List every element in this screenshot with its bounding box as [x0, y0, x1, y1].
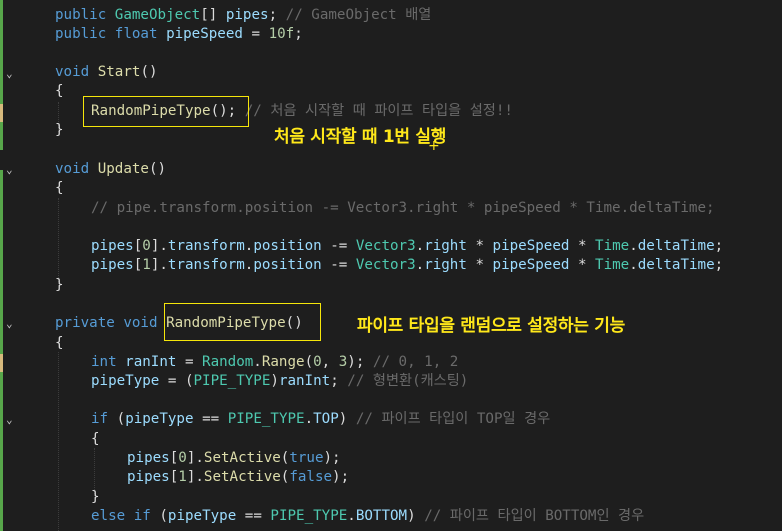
annotation-start: 처음 시작할 때 1번 실행 — [274, 127, 447, 147]
highlight-box-call — [83, 96, 249, 127]
code-line: pipes[0].SetActive(true); — [127, 450, 341, 466]
code-line: } — [55, 122, 64, 138]
code-line: pipes[1].SetActive(false); — [127, 469, 350, 485]
code-line: else if (pipeType == PIPE_TYPE.BOTTOM) /… — [91, 508, 645, 524]
annotation-random: 파이프 타입을 랜덤으로 설정하는 기능 — [357, 316, 625, 336]
indent-guide — [58, 198, 60, 286]
edit-marker — [0, 104, 3, 122]
edit-marker — [0, 354, 3, 372]
code-line: { — [91, 431, 100, 447]
indent-guide — [58, 352, 60, 531]
highlight-box-definition — [164, 303, 321, 341]
code-line: } — [55, 277, 64, 293]
change-bar — [0, 170, 3, 531]
code-line: { — [55, 83, 64, 99]
code-line: pipeType = (PIPE_TYPE)ranInt; // 형변환(캐스팅… — [91, 373, 469, 389]
code-line: { — [55, 335, 64, 351]
change-bar — [0, 0, 3, 150]
fold-chevron-icon[interactable]: ⌄ — [6, 318, 13, 329]
code-line: void Update() — [55, 161, 167, 177]
code-line: public float pipeSpeed = 10f; — [55, 26, 303, 42]
code-line: if (pipeType == PIPE_TYPE.TOP) // 파이프 타입… — [91, 411, 551, 427]
code-line: } — [91, 489, 100, 505]
fold-chevron-icon[interactable]: ⌄ — [6, 414, 13, 425]
code-line: public GameObject[] pipes; // GameObject… — [55, 7, 432, 23]
code-line: pipes[0].transform.position -= Vector3.r… — [91, 238, 724, 254]
mouse-cursor-icon: + — [428, 138, 440, 154]
code-line: // pipe.transform.position -= Vector3.ri… — [91, 200, 715, 216]
fold-chevron-icon[interactable]: ⌄ — [6, 164, 13, 175]
code-editor[interactable]: ⌄ ⌄ ⌄ ⌄ public GameObject[] pipes; // Ga… — [0, 0, 782, 531]
code-line: { — [55, 180, 64, 196]
code-line: pipes[1].transform.position -= Vector3.r… — [91, 257, 724, 273]
code-line: int ranInt = Random.Range(0, 3); // 0, 1… — [91, 354, 459, 370]
code-line: void Start() — [55, 64, 158, 80]
fold-chevron-icon[interactable]: ⌄ — [6, 68, 13, 79]
